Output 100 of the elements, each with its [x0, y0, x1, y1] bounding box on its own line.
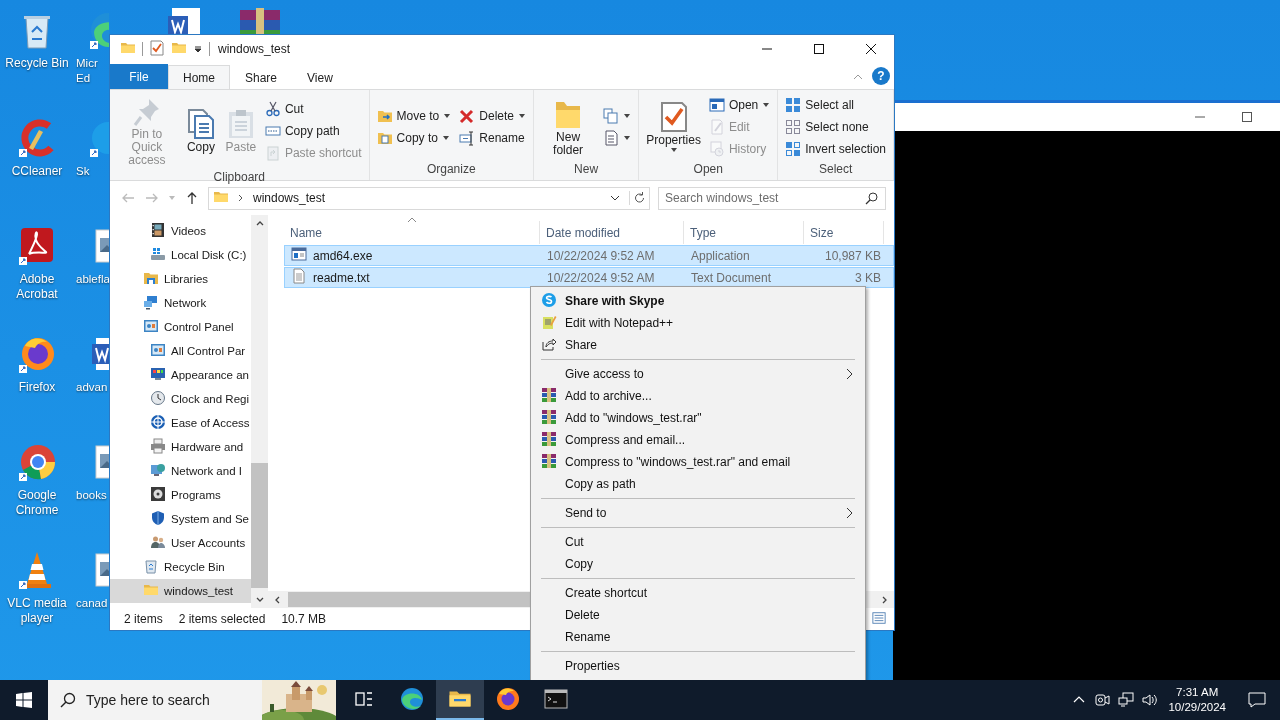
nav-item[interactable]: windows_test — [110, 579, 251, 603]
ribbon-button[interactable]: Cut — [261, 98, 365, 120]
desktop-icon-label[interactable]: Sk — [76, 164, 109, 179]
caret-icon — [623, 113, 632, 119]
ribbon-button[interactable]: New folder — [538, 96, 599, 158]
menu-item[interactable]: Properties — [533, 655, 863, 677]
network-icon — [143, 294, 159, 310]
menu-item[interactable]: Compress and email... — [533, 429, 863, 451]
file-name: amd64.exe — [313, 248, 373, 263]
column-header[interactable]: Type — [684, 221, 804, 244]
nav-item[interactable]: Network and I — [110, 459, 251, 483]
menu-item[interactable]: Share — [533, 334, 863, 356]
path-segment[interactable]: windows_test — [253, 191, 326, 205]
shield-icon — [150, 510, 166, 526]
ribbon-tab[interactable]: Share — [230, 65, 293, 89]
search-field[interactable]: Search windows_test — [658, 186, 886, 210]
notifications-icon[interactable] — [1248, 691, 1266, 709]
menu-item[interactable]: Create shortcut — [533, 582, 863, 604]
maximize-icon[interactable] — [1241, 111, 1253, 123]
help-button[interactable]: ? — [872, 67, 890, 85]
menu-item[interactable]: Send to — [533, 502, 863, 524]
file-row[interactable]: readme.txt 10/22/2024 9:52 AM Text Document 3 KB — [284, 267, 894, 288]
task-view-icon — [354, 689, 374, 709]
desktop-icon-label[interactable]: Micr Ed — [76, 56, 109, 86]
pencil-page-icon — [708, 119, 725, 135]
page-list-icon — [603, 130, 620, 146]
status-text: 2 items — [124, 612, 163, 626]
ribbon-button[interactable]: Open — [705, 94, 774, 116]
ribbon-button[interactable]: Invert selection — [782, 138, 889, 160]
ribbon-button[interactable]: Copy path — [261, 120, 365, 142]
invert-selection-icon — [785, 141, 802, 157]
text-file-icon — [291, 268, 307, 284]
ribbon-button[interactable]: Select none — [782, 116, 889, 138]
file-row[interactable]: amd64.exe 10/22/2024 9:52 AM Application 10,987 KB — [284, 245, 894, 266]
ribbon-button[interactable]: Move to — [373, 105, 455, 127]
menu-item[interactable]: Add to "windows_test.rar" — [533, 407, 863, 429]
nav-item[interactable]: Recycle Bin — [110, 555, 251, 579]
ribbon-button[interactable]: Copy to — [373, 127, 455, 149]
menu-item[interactable]: Add to archive... — [533, 385, 863, 407]
nav-item[interactable]: Libraries — [110, 267, 251, 291]
menu-item[interactable]: Copy as path — [533, 473, 863, 495]
ribbon-button[interactable]: Delete — [456, 105, 529, 127]
nav-item[interactable]: All Control Par — [110, 339, 251, 363]
nav-item[interactable]: Clock and Regi — [110, 387, 251, 411]
printer-icon — [150, 438, 166, 454]
menu-item[interactable]: Edit with Notepad++ — [533, 312, 863, 334]
status-text: 10.7 MB — [281, 612, 327, 626]
nav-item[interactable]: Control Panel — [110, 315, 251, 339]
drive-icon — [150, 246, 166, 262]
nav-item[interactable]: System and Se — [110, 507, 251, 531]
menu-item[interactable]: Cut — [533, 531, 863, 553]
nav-item[interactable]: Videos — [110, 219, 251, 243]
ribbon-button[interactable]: Rename — [456, 127, 529, 149]
column-header[interactable]: Size — [804, 221, 884, 244]
nav-item[interactable]: Programs — [110, 483, 251, 507]
caret-icon — [669, 147, 678, 153]
menu-item[interactable]: Share with Skype — [533, 290, 863, 312]
menu-item[interactable]: Delete — [533, 604, 863, 626]
column-header[interactable]: Name — [284, 221, 540, 244]
nav-item[interactable]: Ease of Access — [110, 411, 251, 435]
ribbon-button[interactable]: Copy — [181, 107, 220, 155]
menu-item[interactable]: Give access to — [533, 363, 863, 385]
nav-item[interactable]: Appearance an — [110, 363, 251, 387]
ribbon-group-label: Open — [692, 161, 724, 178]
ribbon-button[interactable]: Properties — [643, 100, 704, 154]
menu-item[interactable]: Copy — [533, 553, 863, 575]
application-window-icon — [291, 246, 307, 262]
ribbon-tab[interactable]: View — [292, 65, 348, 89]
new-item-icon — [603, 108, 620, 124]
delete-icon — [459, 108, 476, 124]
taskbar-search-field[interactable]: Type here to search — [48, 680, 262, 720]
desktop-icon-label[interactable]: Recycle Bin — [1, 56, 73, 71]
column-header[interactable]: Date modified — [540, 221, 684, 244]
ribbon-tab[interactable]: Home — [168, 65, 230, 89]
caret-icon — [518, 113, 526, 119]
nav-item[interactable]: Network — [110, 291, 251, 315]
network-icon[interactable] — [1118, 692, 1135, 708]
refresh-icon[interactable] — [629, 191, 647, 205]
nav-item[interactable]: Hardware and — [110, 435, 251, 459]
browser-icon[interactable] — [17, 442, 57, 482]
nav-item[interactable]: Local Disk (C:) — [110, 243, 251, 267]
nav-item[interactable]: User Accounts — [110, 531, 251, 555]
time: 7:31 AM — [1176, 685, 1219, 700]
address-bar[interactable]: windows_test — [208, 186, 650, 210]
ribbon-button[interactable]: Select all — [782, 94, 889, 116]
menu-item[interactable]: Rename — [533, 626, 863, 648]
taskbar-app-button[interactable] — [436, 680, 484, 720]
ribbon-tab[interactable]: File — [110, 64, 168, 89]
desktop-icon-label[interactable]: CCleaner — [1, 164, 73, 179]
date: 10/29/2024 — [1168, 700, 1226, 715]
file-size: 10,987 KB — [824, 248, 881, 263]
camera-icon[interactable] — [1094, 692, 1111, 708]
menu-item[interactable]: Compress to "windows_test.rar" and email — [533, 451, 863, 473]
stacked-books-icon — [541, 408, 557, 425]
dropdown-caret-icon[interactable] — [193, 44, 203, 54]
select-none-icon — [785, 119, 802, 135]
browser-icon — [400, 687, 424, 711]
clock[interactable]: 7:31 AM 10/29/2024 — [1168, 685, 1226, 715]
volume-icon[interactable] — [1142, 692, 1159, 708]
scrollbar-thumb[interactable] — [251, 463, 268, 588]
